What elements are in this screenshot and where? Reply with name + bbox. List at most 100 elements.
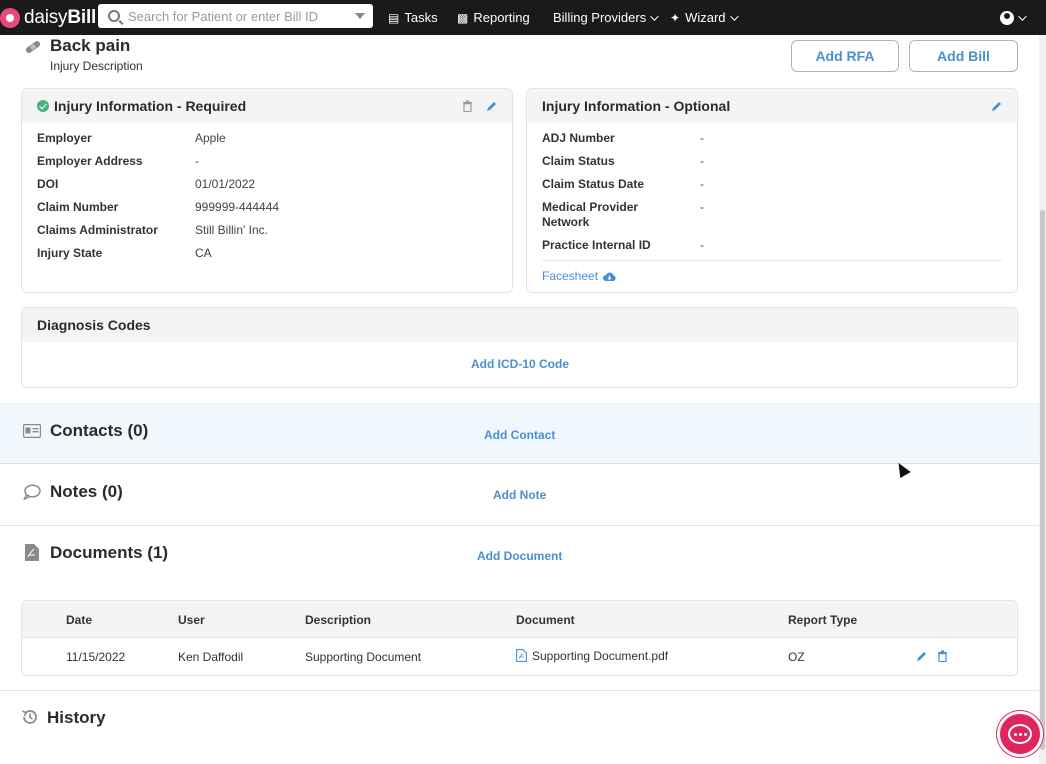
user-avatar-icon	[1000, 10, 1014, 25]
contacts-section: Contacts (0) Add Contact	[0, 403, 1039, 464]
contacts-title: Contacts (0)	[50, 421, 149, 440]
history-title[interactable]: History	[47, 708, 106, 728]
row-description: Supporting Document	[305, 650, 422, 664]
claim-status-date-label: Claim Status Date	[542, 177, 645, 191]
doi-label: DOI	[37, 177, 59, 191]
medical-provider-network-label: Medical Provider Network	[542, 200, 639, 229]
daisy-logo-icon	[0, 7, 20, 28]
claim-status-date-value: -	[700, 177, 704, 191]
caret-down-icon[interactable]	[355, 13, 365, 19]
injury-required-header: Injury Information - Required	[22, 89, 512, 123]
wand-icon: ✦	[670, 10, 681, 25]
injury-state-value: CA	[195, 246, 212, 260]
claims-administrator-label: Claims Administrator	[37, 223, 158, 237]
nav-reporting[interactable]: ▩ Reporting	[457, 0, 530, 35]
speech-bubble-icon	[23, 484, 41, 500]
brand-logo[interactable]: daisyBill	[0, 0, 98, 35]
nav-billing-providers-label: Billing Providers	[553, 10, 647, 25]
column-header-user[interactable]: User	[178, 613, 205, 627]
pdf-file-icon	[25, 544, 39, 561]
adj-number-label: ADJ Number	[542, 131, 615, 145]
claim-number-label: Claim Number	[37, 200, 119, 214]
nav-tasks-label: Tasks	[404, 10, 438, 25]
pencil-icon[interactable]	[486, 100, 497, 112]
user-menu[interactable]	[1000, 0, 1027, 35]
facesheet-label: Facesheet	[542, 269, 599, 283]
nav-wizard[interactable]: ✦ Wizard	[670, 0, 739, 35]
nav-tasks[interactable]: ▤ Tasks	[388, 0, 438, 35]
chevron-down-icon	[650, 11, 659, 21]
injury-required-card: Injury Information - Required	[21, 88, 513, 293]
add-document-link[interactable]: Add Document	[477, 549, 562, 563]
add-note-link[interactable]: Add Note	[493, 488, 546, 502]
adj-number-value: -	[700, 131, 704, 145]
add-rfa-button[interactable]: Add RFA	[791, 40, 899, 72]
employer-address-label: Employer Address	[37, 154, 143, 168]
documents-table	[21, 600, 1018, 676]
trash-icon[interactable]	[462, 100, 473, 112]
chat-support-button[interactable]	[997, 711, 1043, 757]
search-icon	[108, 10, 120, 22]
injury-required-title: Injury Information - Required	[54, 98, 247, 114]
document-link-label: Supporting Document.pdf	[532, 649, 669, 663]
top-nav: daisyBill Search for Patient or enter Bi…	[0, 0, 1046, 35]
column-header-report-type[interactable]: Report Type	[788, 613, 857, 627]
diagnosis-codes-card: Diagnosis Codes	[21, 307, 1018, 388]
history-divider	[0, 690, 1039, 691]
nav-billing-providers[interactable]: Billing Providers	[553, 0, 659, 35]
medical-provider-network-value: -	[700, 200, 704, 214]
claim-status-value: -	[700, 154, 704, 168]
history-icon	[22, 710, 37, 724]
pencil-icon[interactable]	[991, 100, 1002, 112]
employer-value: Apple	[195, 131, 226, 145]
injury-state-label: Injury State	[37, 246, 103, 260]
chevron-down-icon	[1018, 11, 1027, 21]
add-contact-link[interactable]: Add Contact	[484, 428, 555, 442]
pencil-icon[interactable]	[916, 650, 927, 662]
scrollbar-thumb[interactable]	[1040, 210, 1045, 750]
notes-title: Notes (0)	[50, 482, 123, 501]
employer-address-value: -	[195, 154, 199, 168]
employer-label: Employer	[37, 131, 92, 145]
injury-optional-title: Injury Information - Optional	[542, 98, 731, 114]
patient-search-input[interactable]: Search for Patient or enter Bill ID	[98, 4, 373, 28]
bar-chart-icon: ▩	[457, 10, 469, 25]
diagnosis-codes-header: Diagnosis Codes	[22, 308, 1017, 342]
row-date: 11/15/2022	[66, 650, 126, 664]
trash-icon[interactable]	[937, 650, 948, 662]
doi-value: 01/01/2022	[195, 177, 256, 191]
add-bill-button[interactable]: Add Bill	[909, 40, 1018, 72]
column-header-description[interactable]: Description	[305, 613, 371, 627]
claim-status-label: Claim Status	[542, 154, 615, 168]
bandage-icon	[25, 41, 41, 53]
id-card-icon	[23, 424, 41, 438]
practice-internal-id-label: Practice Internal ID	[542, 238, 651, 252]
search-placeholder: Search for Patient or enter Bill ID	[128, 8, 319, 24]
documents-title: Documents (1)	[50, 543, 169, 562]
clipboard-icon: ▤	[388, 10, 400, 25]
injury-optional-header: Injury Information - Optional	[527, 89, 1017, 123]
claim-number-value: 999999-444444	[195, 200, 280, 214]
column-header-date[interactable]: Date	[66, 613, 92, 627]
check-circle-icon	[37, 100, 49, 112]
nav-wizard-label: Wizard	[685, 10, 726, 25]
chevron-down-icon	[729, 11, 739, 21]
row-report-type: OZ	[788, 650, 805, 664]
page-title: Back pain	[50, 36, 131, 55]
claims-administrator-value: Still Billin' Inc.	[195, 223, 268, 237]
brand-prefix: daisy	[24, 6, 68, 28]
pdf-file-icon	[516, 649, 527, 662]
chat-bubble-icon	[1008, 724, 1032, 744]
notes-section: Notes (0) Add Note	[0, 464, 1039, 526]
cloud-download-icon	[603, 272, 616, 281]
document-link[interactable]: Supporting Document.pdf	[516, 649, 668, 663]
brand-suffix: Bill	[67, 6, 97, 28]
add-icd10-code-link[interactable]: Add ICD-10 Code	[471, 357, 569, 371]
row-user: Ken Daffodil	[178, 650, 244, 664]
page-subtitle: Injury Description	[50, 59, 143, 73]
facesheet-link[interactable]: Facesheet	[542, 269, 616, 283]
column-header-document[interactable]: Document	[516, 613, 575, 627]
nav-reporting-label: Reporting	[473, 10, 530, 25]
facesheet-divider	[542, 260, 1002, 261]
practice-internal-id-value: -	[700, 238, 704, 252]
